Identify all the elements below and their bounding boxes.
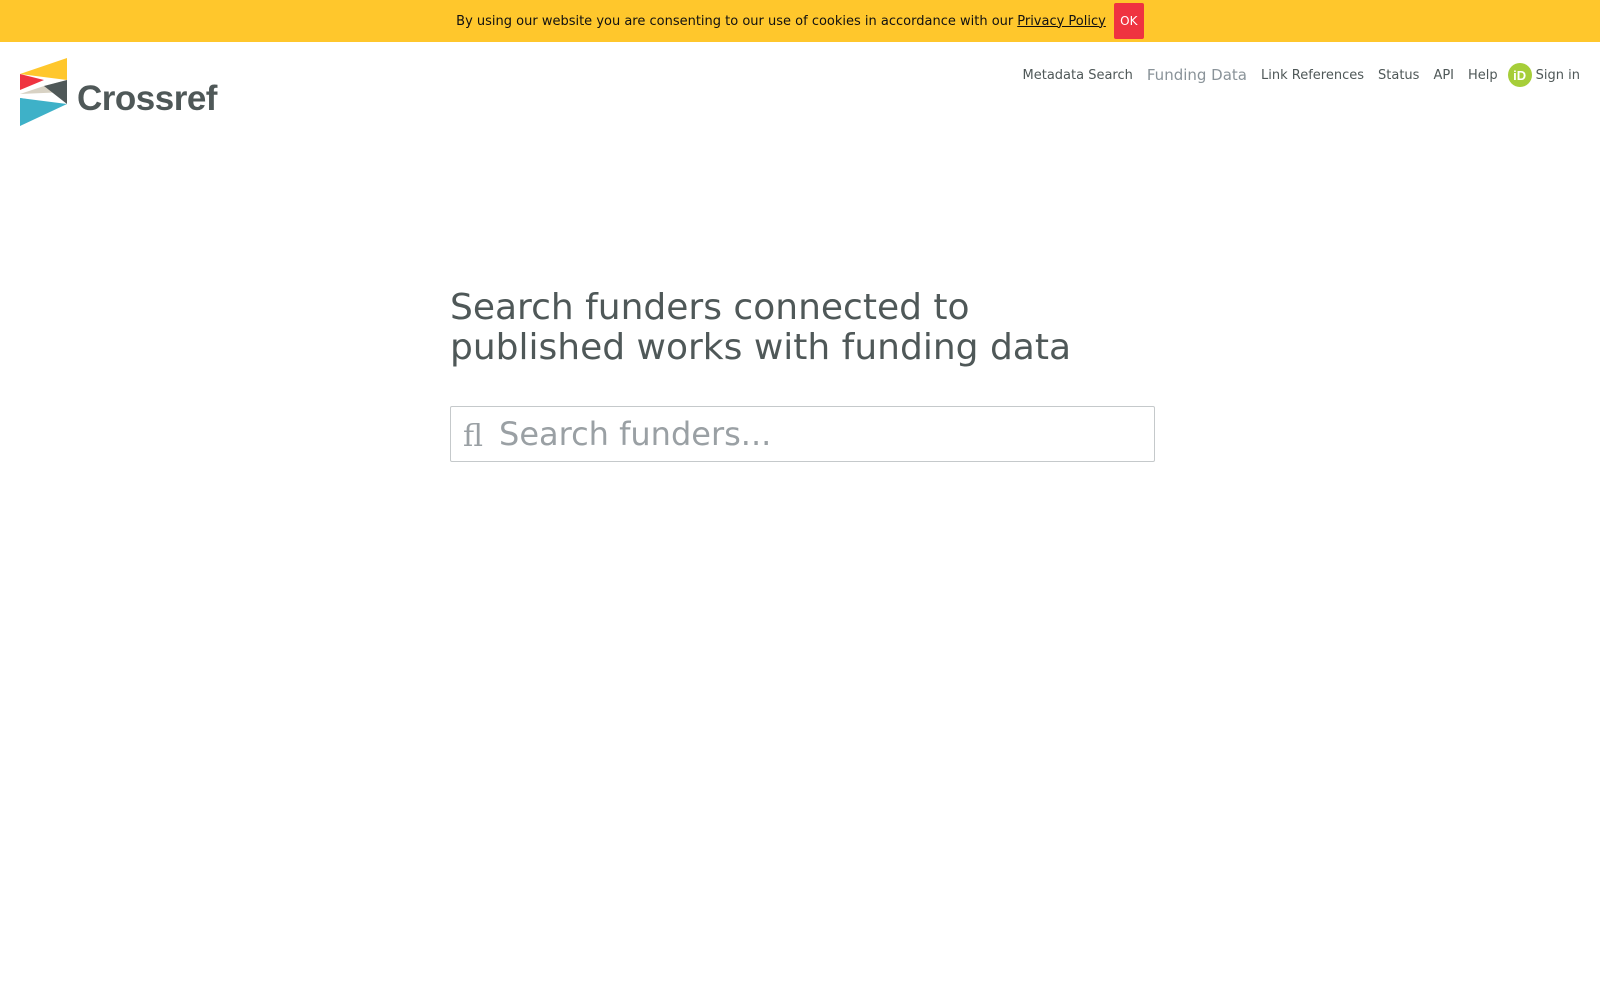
logo-text: Crossref: [77, 79, 217, 118]
privacy-policy-link[interactable]: Privacy Policy: [1017, 14, 1106, 29]
crossref-logo-icon: [20, 58, 67, 126]
nav-help[interactable]: Help: [1468, 68, 1498, 83]
sign-in-label: Sign in: [1535, 67, 1580, 83]
cookie-message: By using our website you are consenting …: [456, 13, 1014, 29]
search-icon: ﬂ: [463, 419, 484, 454]
nav-link-references[interactable]: Link References: [1261, 68, 1364, 83]
cookie-consent-bar: By using our website you are consenting …: [0, 0, 1600, 42]
page-title: Search funders connected to published wo…: [450, 287, 1072, 368]
sign-in-link[interactable]: iD Sign in: [1507, 63, 1580, 87]
top-nav: Metadata Search Funding Data Link Refere…: [1009, 62, 1580, 88]
funder-search-input[interactable]: [491, 407, 1154, 461]
nav-status[interactable]: Status: [1378, 68, 1419, 83]
nav-api[interactable]: API: [1433, 68, 1454, 83]
nav-funding-data[interactable]: Funding Data: [1147, 66, 1247, 84]
crossref-logo[interactable]: Crossref: [20, 58, 217, 126]
funder-search-box[interactable]: ﬂ: [450, 406, 1155, 462]
nav-metadata-search[interactable]: Metadata Search: [1023, 68, 1133, 83]
orcid-icon: iD: [1507, 63, 1532, 87]
cookie-ok-button[interactable]: OK: [1113, 3, 1144, 39]
